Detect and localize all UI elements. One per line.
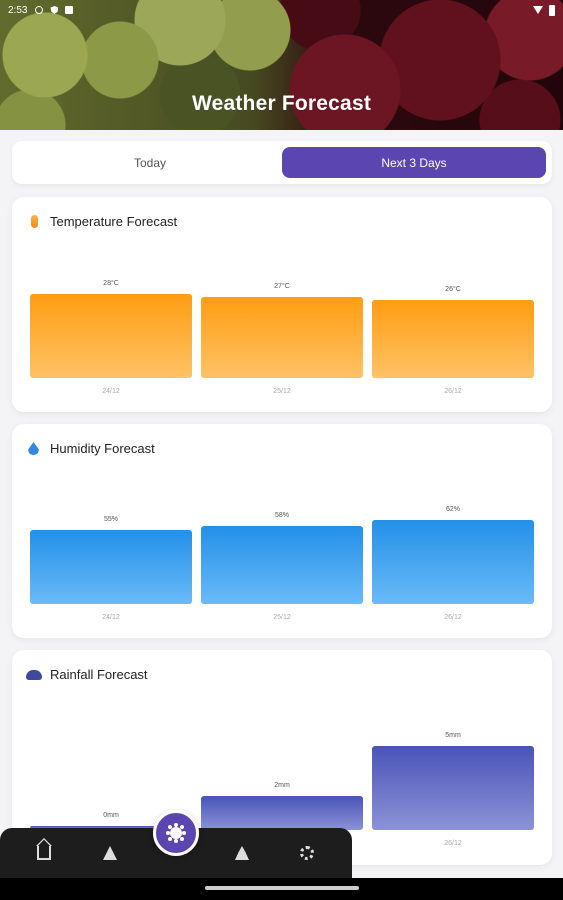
tab-today[interactable]: Today	[18, 147, 282, 178]
weather-fab-button[interactable]	[153, 810, 199, 856]
bar-column: 5mm 26/12	[372, 650, 534, 865]
shapes-icon[interactable]	[235, 846, 249, 860]
header-banner: 2:53 Weather Forecast	[0, 0, 563, 130]
bar-date-label: 26/12	[444, 840, 462, 847]
page-title: Weather Forecast	[191, 92, 372, 115]
humidity-chart: 55% 24/12 58% 25/12 62% 26/12	[30, 424, 534, 638]
bar	[30, 294, 192, 378]
bar-date-label: 26/12	[444, 614, 462, 621]
bar-column: 28°C 24/12	[30, 197, 192, 412]
tab-next-3-days[interactable]: Next 3 Days	[282, 147, 546, 178]
sd-card-icon	[65, 6, 74, 14]
battery-icon	[549, 4, 555, 16]
bar	[372, 746, 534, 830]
temperature-card: Temperature Forecast 28°C 24/12 27°C 25/12 2…	[12, 197, 552, 412]
bar-date-label: 26/12	[444, 388, 462, 395]
forecast-tabs: Today Next 3 Days	[12, 141, 552, 184]
bar	[201, 297, 363, 378]
status-bar: 2:53	[0, 0, 563, 20]
wifi-icon	[533, 6, 543, 14]
bar-date-label: 24/12	[102, 388, 120, 395]
bar-value-label: 55%	[103, 515, 118, 523]
bar-column: 27°C 25/12	[201, 197, 363, 412]
bar-value-label: 2mm	[274, 782, 290, 790]
temperature-chart: 28°C 24/12 27°C 25/12 26°C 26/12	[30, 197, 534, 412]
settings-icon[interactable]	[300, 846, 314, 860]
bar	[30, 529, 192, 604]
sun-icon	[170, 827, 182, 839]
sync-icon	[35, 6, 44, 14]
gesture-handle[interactable]	[205, 886, 359, 890]
bar-value-label: 28°C	[103, 280, 119, 287]
bar-date-label: 24/12	[102, 614, 120, 621]
bar-column: 26°C 26/12	[372, 197, 534, 412]
bar-value-label: 58%	[274, 511, 289, 519]
bar-column: 58% 25/12	[201, 424, 363, 638]
status-time: 2:53	[8, 4, 28, 16]
bar-column: 55% 24/12	[30, 424, 192, 638]
bar	[372, 520, 534, 604]
warning-icon[interactable]	[103, 846, 117, 860]
home-icon[interactable]	[37, 846, 51, 860]
bar-date-label: 25/12	[273, 388, 291, 395]
bar-date-label: 25/12	[273, 614, 291, 621]
humidity-card: Humidity Forecast 55% 24/12 58% 25/12 62% 26/…	[12, 424, 552, 638]
bar-value-label: 27°C	[274, 283, 290, 290]
bar	[201, 525, 363, 604]
bar-value-label: 5mm	[445, 732, 461, 739]
bar	[372, 300, 534, 378]
shield-icon	[50, 6, 59, 14]
bar-value-label: 26°C	[445, 286, 461, 293]
bar-value-label: 62%	[445, 506, 460, 514]
bar-column: 62% 26/12	[372, 424, 534, 638]
bar	[201, 796, 363, 830]
gesture-bar	[0, 878, 563, 900]
